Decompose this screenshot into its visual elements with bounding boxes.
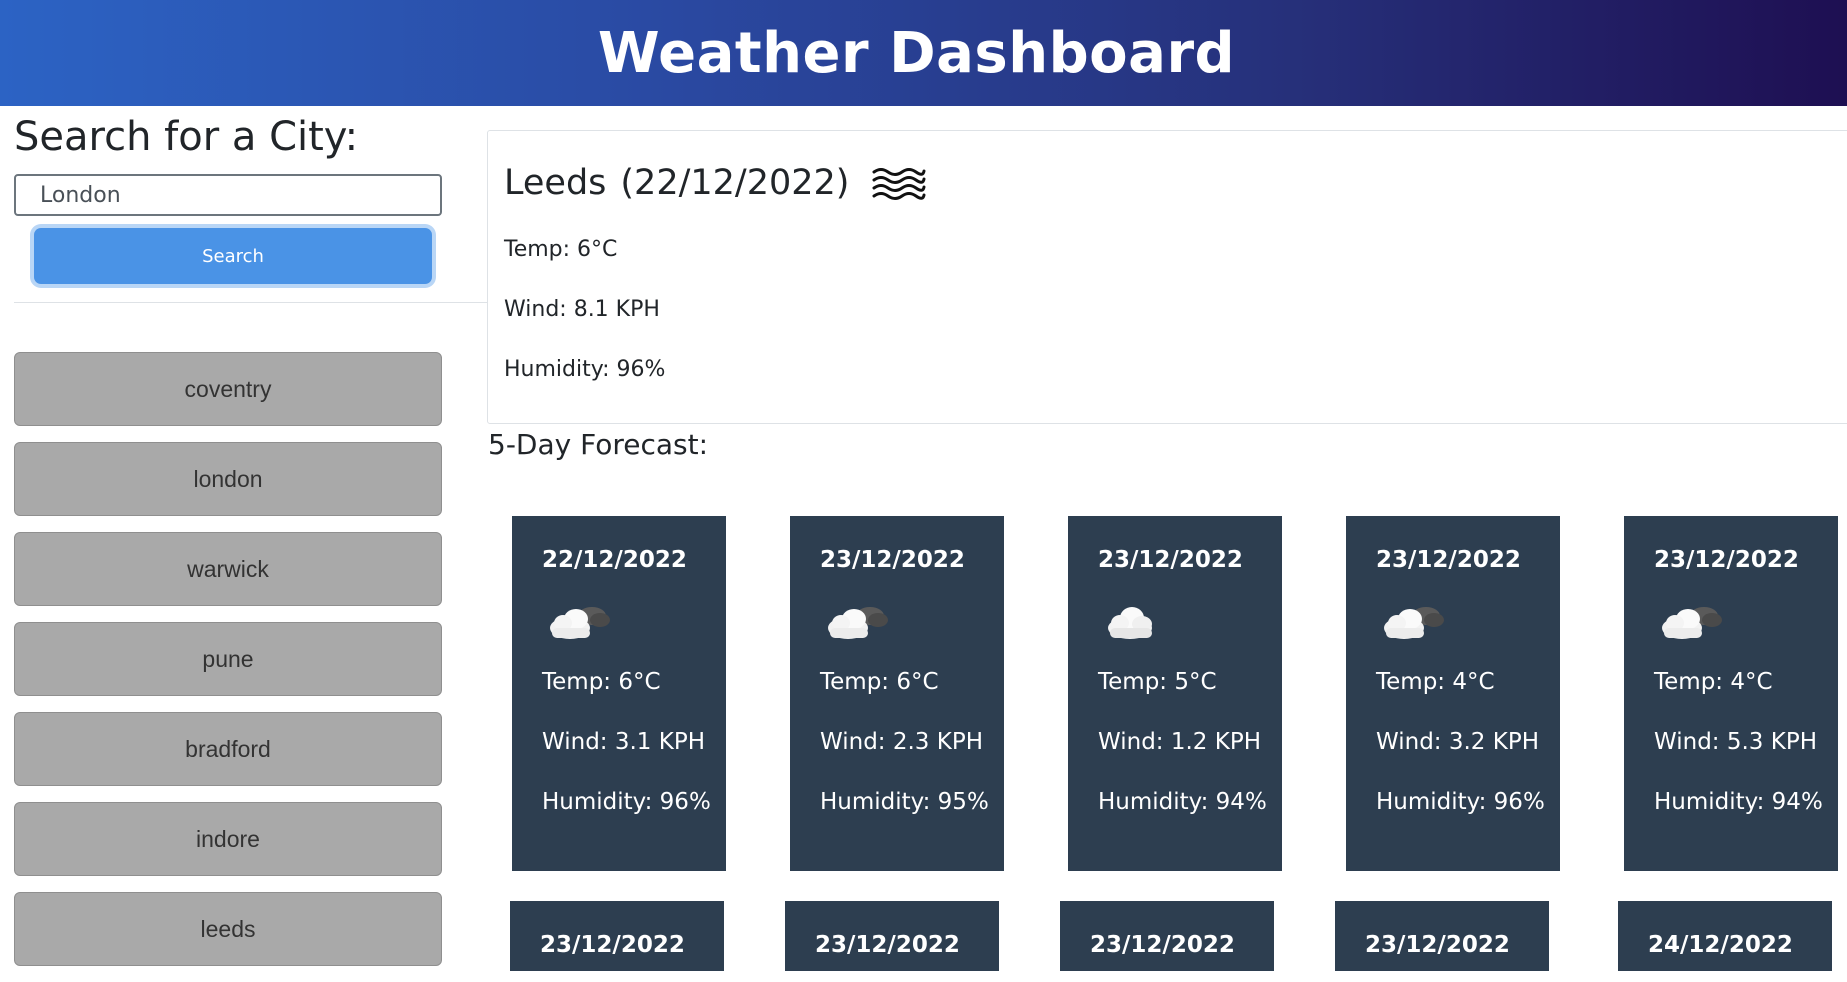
cloud-icon [1102,598,1170,644]
app-header: Weather Dashboard [0,0,1847,106]
forecast-temp: Temp: 6°C [542,669,661,695]
forecast-temp: Temp: 4°C [1654,669,1773,695]
forecast-card: 23/12/2022 Temp: 4°C Wind: 5.3 KPH Humid… [1624,516,1838,871]
search-button[interactable]: Search [34,228,432,284]
forecast-wind: Wind: 3.1 KPH [542,729,705,755]
history-item-leeds[interactable]: leeds [14,892,442,966]
current-date: (22/12/2022) [620,163,850,203]
forecast-wind: Wind: 3.2 KPH [1376,729,1539,755]
forecast-date: 22/12/2022 [542,547,687,573]
forecast-date: 23/12/2022 [540,932,685,958]
forecast-card: 23/12/2022 [1335,901,1549,971]
forecast-card: 23/12/2022 [785,901,999,971]
forecast-wind: Wind: 2.3 KPH [820,729,983,755]
history-item-indore[interactable]: indore [14,802,442,876]
forecast-wind: Wind: 1.2 KPH [1098,729,1261,755]
history-item-london[interactable]: london [14,442,442,516]
forecast-humidity: Humidity: 95% [820,789,989,815]
forecast-date: 23/12/2022 [1654,547,1799,573]
forecast-date: 24/12/2022 [1648,932,1793,958]
history-item-pune[interactable]: pune [14,622,442,696]
forecast-date: 23/12/2022 [1090,932,1235,958]
forecast-humidity: Humidity: 96% [1376,789,1545,815]
partly-cloudy-icon [546,598,614,644]
partly-cloudy-icon [1658,598,1726,644]
city-search-input[interactable] [14,174,442,216]
forecast-card: 23/12/2022 Temp: 5°C Wind: 1.2 KPH Humid… [1068,516,1282,871]
forecast-card: 23/12/2022 Temp: 4°C Wind: 3.2 KPH Humid… [1346,516,1560,871]
history-item-coventry[interactable]: coventry [14,352,442,426]
history-item-bradford[interactable]: bradford [14,712,442,786]
forecast-temp: Temp: 5°C [1098,669,1217,695]
mist-icon [871,163,927,203]
current-city: Leeds [504,163,607,203]
forecast-humidity: Humidity: 94% [1654,789,1823,815]
partly-cloudy-icon [1380,598,1448,644]
forecast-card: 22/12/2022 Temp: 6°C Wind: 3.1 KPH Humid… [512,516,726,871]
sidebar-divider [14,302,488,303]
current-wind: Wind: 8.1 KPH [504,297,660,322]
forecast-date: 23/12/2022 [1376,547,1521,573]
forecast-card: 23/12/2022 [1060,901,1274,971]
forecast-temp: Temp: 6°C [820,669,939,695]
current-weather-heading: Leeds (22/12/2022) [504,163,927,203]
forecast-wind: Wind: 5.3 KPH [1654,729,1817,755]
forecast-humidity: Humidity: 94% [1098,789,1267,815]
search-title: Search for a City: [14,114,359,160]
forecast-temp: Temp: 4°C [1376,669,1495,695]
forecast-humidity: Humidity: 96% [542,789,711,815]
search-history-list: coventry london warwick pune bradford in… [14,352,442,982]
forecast-date: 23/12/2022 [820,547,965,573]
partly-cloudy-icon [824,598,892,644]
forecast-date: 23/12/2022 [1365,932,1510,958]
history-item-warwick[interactable]: warwick [14,532,442,606]
current-temp: Temp: 6°C [504,237,618,262]
forecast-card: 23/12/2022 Temp: 6°C Wind: 2.3 KPH Humid… [790,516,1004,871]
forecast-date: 23/12/2022 [1098,547,1243,573]
forecast-date: 23/12/2022 [815,932,960,958]
forecast-card: 24/12/2022 [1618,901,1832,971]
forecast-title: 5-Day Forecast: [488,428,709,461]
current-weather-card: Leeds (22/12/2022) Temp: 6°C Wind: 8.1 K… [487,130,1847,424]
current-humidity: Humidity: 96% [504,357,666,382]
page-title: Weather Dashboard [597,20,1236,86]
forecast-card: 23/12/2022 [510,901,724,971]
